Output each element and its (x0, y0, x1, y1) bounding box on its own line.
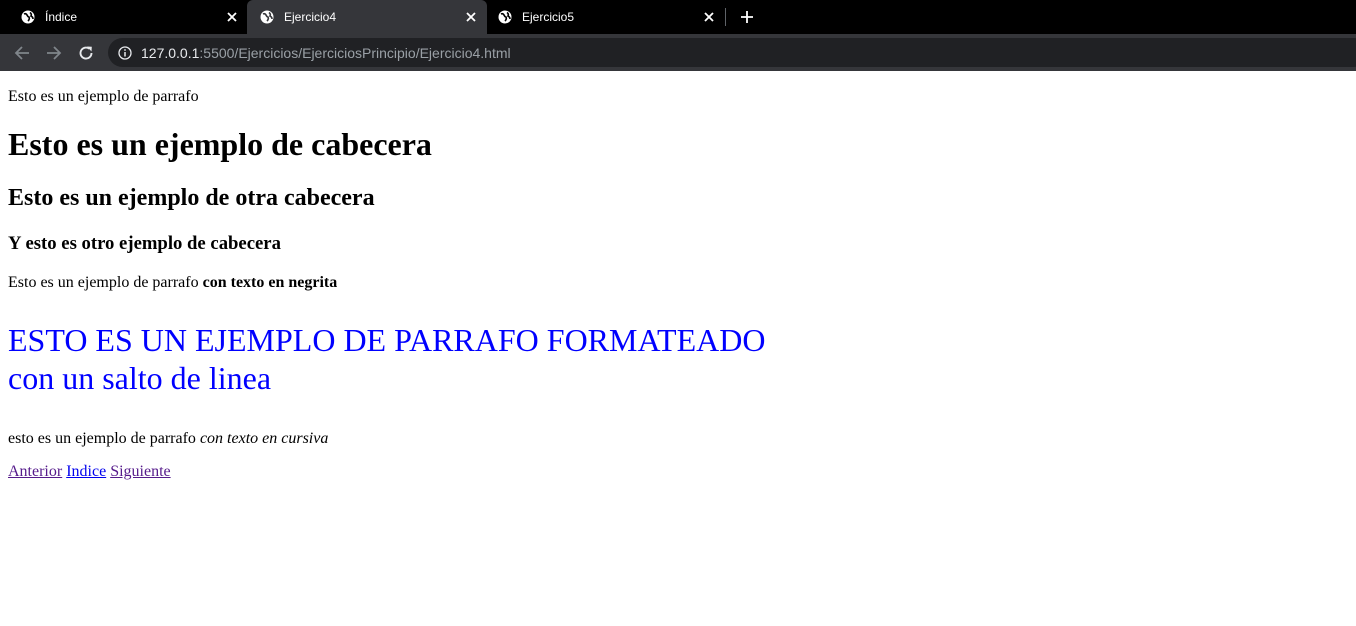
paragraph-bold: Esto es un ejemplo de parrafo con texto … (8, 274, 337, 292)
globe-icon (498, 10, 512, 24)
paragraph-italic: esto es un ejemplo de parrafo con texto … (8, 430, 328, 448)
forward-button[interactable] (43, 42, 65, 64)
paragraph-text: esto es un ejemplo de parrafo (8, 430, 200, 447)
tab-indice[interactable]: Índice (8, 0, 248, 34)
bold-text: con texto en negrita (202, 274, 338, 291)
close-tab-icon[interactable] (463, 9, 479, 25)
url-text: 127.0.0.1:5500/Ejercicios/EjerciciosPrin… (141, 45, 511, 61)
navigation-links: Anterior Indice Siguiente (8, 463, 171, 481)
url-host: 127.0.0.1 (141, 44, 200, 61)
arrow-right-icon (47, 46, 62, 60)
reload-button[interactable] (75, 42, 97, 64)
url-path: :5500/Ejercicios/EjerciciosPrincipio/Eje… (199, 44, 511, 61)
new-tab-button[interactable] (737, 7, 757, 27)
globe-icon (21, 10, 35, 24)
address-bar[interactable]: 127.0.0.1:5500/Ejercicios/EjerciciosPrin… (108, 38, 1356, 67)
tab-separator (725, 8, 726, 26)
formatted-line-2: con un salto de linea (8, 360, 272, 396)
paragraph-text: Esto es un ejemplo de parrafo (8, 274, 203, 291)
formatted-line-1: ESTO ES UN EJEMPLO DE PARRAFO FORMATEADO (8, 322, 766, 358)
link-index[interactable]: Indice (66, 463, 106, 480)
italic-text: con texto en cursiva (199, 430, 329, 447)
reload-icon (79, 46, 93, 60)
close-tab-icon[interactable] (224, 9, 240, 25)
heading-3: Y esto es otro ejemplo de cabecera (8, 233, 281, 254)
tab-ejercicio5[interactable]: Ejercicio5 (485, 0, 725, 34)
info-icon[interactable] (118, 45, 132, 60)
link-previous[interactable]: Anterior (8, 463, 62, 480)
tab-title: Ejercicio4 (284, 10, 337, 24)
paragraph: Esto es un ejemplo de parrafo (8, 88, 199, 105)
back-button[interactable] (11, 42, 33, 64)
formatted-paragraph: ESTO ES UN EJEMPLO DE PARRAFO FORMATEADO… (8, 321, 765, 397)
tab-title: Índice (45, 10, 78, 24)
close-tab-icon[interactable] (701, 9, 717, 25)
browser-toolbar: 127.0.0.1:5500/Ejercicios/EjerciciosPrin… (0, 34, 1356, 71)
heading-1: Esto es un ejemplo de cabecera (8, 126, 432, 162)
tab-ejercicio4[interactable]: Ejercicio4 (247, 0, 487, 34)
tab-strip: Índice Ejercicio4 Ejercicio5 (0, 0, 1356, 34)
link-next[interactable]: Siguiente (110, 463, 170, 480)
plus-icon (741, 11, 753, 23)
globe-icon (260, 10, 274, 24)
tab-title: Ejercicio5 (522, 10, 575, 24)
heading-2: Esto es un ejemplo de otra cabecera (8, 185, 375, 211)
arrow-left-icon (14, 46, 29, 60)
